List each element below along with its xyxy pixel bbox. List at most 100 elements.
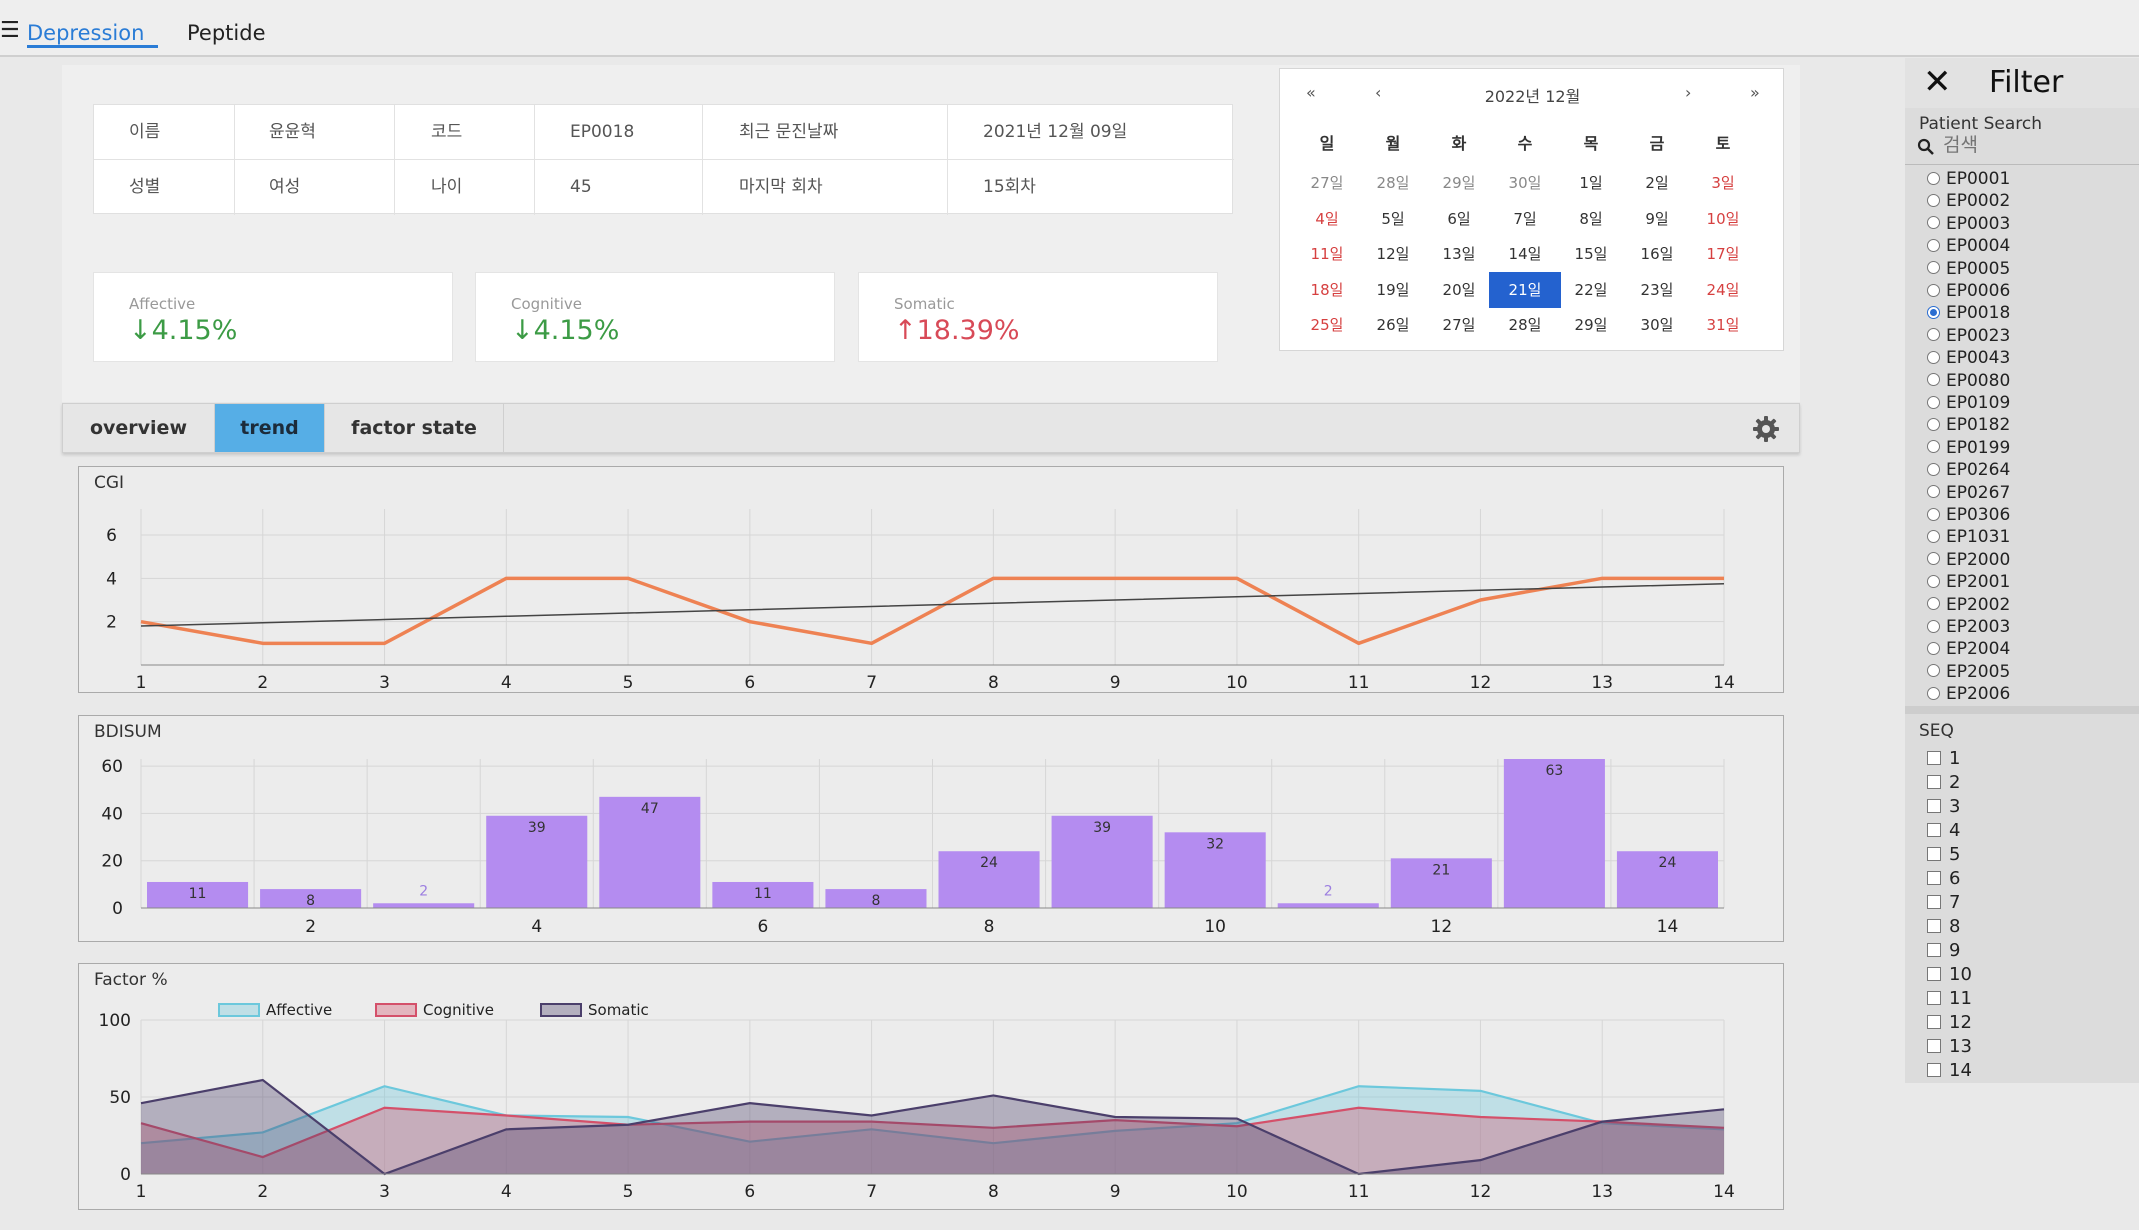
radio-button[interactable] xyxy=(1927,597,1940,611)
hamburger-icon[interactable]: ☰ xyxy=(0,20,20,42)
seq-option[interactable]: 2 xyxy=(1927,772,1960,794)
checkbox[interactable] xyxy=(1927,895,1941,909)
patient-option[interactable]: EP2002 xyxy=(1927,594,2010,616)
seq-option[interactable]: 3 xyxy=(1927,796,1960,818)
calendar-day[interactable]: 24일 xyxy=(1687,272,1759,308)
calendar-day[interactable]: 9일 xyxy=(1621,201,1693,237)
radio-button[interactable] xyxy=(1927,171,1940,185)
patient-option[interactable]: EP2000 xyxy=(1927,549,2010,571)
calendar-day[interactable]: 1일 xyxy=(1555,165,1627,201)
patient-option[interactable]: EP0023 xyxy=(1927,325,2010,347)
checkbox[interactable] xyxy=(1927,919,1941,933)
seq-option[interactable]: 8 xyxy=(1927,916,1960,938)
radio-button[interactable] xyxy=(1927,305,1940,319)
patient-option[interactable]: EP0264 xyxy=(1927,459,2010,481)
radio-button[interactable] xyxy=(1927,440,1940,454)
calendar-day[interactable]: 27일 xyxy=(1423,307,1495,343)
nav-tab-depression[interactable]: Depression xyxy=(27,20,144,46)
seq-option[interactable]: 6 xyxy=(1927,868,1960,890)
calendar-day[interactable]: 11일 xyxy=(1291,236,1363,272)
patient-option[interactable]: EP0003 xyxy=(1927,213,2010,235)
radio-button[interactable] xyxy=(1927,462,1940,476)
calendar-day[interactable]: 29일 xyxy=(1423,165,1495,201)
tab-trend[interactable]: trend xyxy=(215,404,325,452)
radio-button[interactable] xyxy=(1927,686,1940,700)
calendar-day[interactable]: 19일 xyxy=(1357,272,1429,308)
radio-button[interactable] xyxy=(1927,216,1940,230)
calendar-day[interactable]: 30일 xyxy=(1621,307,1693,343)
radio-button[interactable] xyxy=(1927,552,1940,566)
patient-option[interactable]: EP2006 xyxy=(1927,683,2010,705)
patient-option[interactable]: EP0182 xyxy=(1927,414,2010,436)
patient-option[interactable]: EP2003 xyxy=(1927,616,2010,638)
radio-button[interactable] xyxy=(1927,417,1940,431)
patient-option[interactable]: EP0199 xyxy=(1927,437,2010,459)
next-month-button[interactable]: › xyxy=(1685,83,1691,102)
calendar-day[interactable]: 8일 xyxy=(1555,201,1627,237)
calendar-day[interactable]: 20일 xyxy=(1423,272,1495,308)
radio-button[interactable] xyxy=(1927,507,1940,521)
seq-option[interactable]: 12 xyxy=(1927,1012,1972,1034)
calendar-day[interactable]: 28일 xyxy=(1489,307,1561,343)
radio-button[interactable] xyxy=(1927,350,1940,364)
calendar-day[interactable]: 3일 xyxy=(1687,165,1759,201)
checkbox[interactable] xyxy=(1927,1039,1941,1053)
calendar-day[interactable]: 29일 xyxy=(1555,307,1627,343)
calendar-day[interactable]: 23일 xyxy=(1621,272,1693,308)
radio-button[interactable] xyxy=(1927,395,1940,409)
calendar-day[interactable]: 10일 xyxy=(1687,201,1759,237)
seq-option[interactable]: 11 xyxy=(1927,988,1972,1010)
patient-option[interactable]: EP2005 xyxy=(1927,661,2010,683)
tab-factor-state[interactable]: factor state xyxy=(325,404,504,452)
calendar-day[interactable]: 25일 xyxy=(1291,307,1363,343)
calendar-day[interactable]: 18일 xyxy=(1291,272,1363,308)
seq-option[interactable]: 7 xyxy=(1927,892,1960,914)
patient-option[interactable]: EP1031 xyxy=(1927,526,2010,548)
calendar-day[interactable]: 30일 xyxy=(1489,165,1561,201)
calendar-day[interactable]: 22일 xyxy=(1555,272,1627,308)
calendar-day[interactable]: 5일 xyxy=(1357,201,1429,237)
checkbox[interactable] xyxy=(1927,799,1941,813)
patient-option[interactable]: EP0080 xyxy=(1927,370,2010,392)
radio-button[interactable] xyxy=(1927,193,1940,207)
radio-button[interactable] xyxy=(1927,261,1940,275)
radio-button[interactable] xyxy=(1927,485,1940,499)
patient-option[interactable]: EP2004 xyxy=(1927,638,2010,660)
seq-option[interactable]: 14 xyxy=(1927,1060,1972,1082)
radio-button[interactable] xyxy=(1927,664,1940,678)
checkbox[interactable] xyxy=(1927,1015,1941,1029)
patient-search-input[interactable] xyxy=(1943,132,2133,158)
nav-tab-peptide[interactable]: Peptide xyxy=(187,20,265,46)
radio-button[interactable] xyxy=(1927,373,1940,387)
radio-button[interactable] xyxy=(1927,283,1940,297)
checkbox[interactable] xyxy=(1927,967,1941,981)
radio-button[interactable] xyxy=(1927,641,1940,655)
seq-option[interactable]: 5 xyxy=(1927,844,1960,866)
checkbox[interactable] xyxy=(1927,751,1941,765)
gear-icon[interactable] xyxy=(1751,414,1781,444)
seq-option[interactable]: 13 xyxy=(1927,1036,1972,1058)
patient-option[interactable]: EP0267 xyxy=(1927,482,2010,504)
checkbox[interactable] xyxy=(1927,991,1941,1005)
seq-option[interactable]: 9 xyxy=(1927,940,1960,962)
checkbox[interactable] xyxy=(1927,943,1941,957)
checkbox[interactable] xyxy=(1927,775,1941,789)
close-icon[interactable]: ✕ xyxy=(1923,62,1952,102)
calendar-day[interactable]: 2일 xyxy=(1621,165,1693,201)
patient-option[interactable]: EP0005 xyxy=(1927,258,2010,280)
radio-button[interactable] xyxy=(1927,619,1940,633)
calendar-day[interactable]: 12일 xyxy=(1357,236,1429,272)
patient-option[interactable]: EP0001 xyxy=(1927,168,2010,190)
seq-option[interactable]: 10 xyxy=(1927,964,1972,986)
patient-option[interactable]: EP0043 xyxy=(1927,347,2010,369)
calendar-day[interactable]: 21일 xyxy=(1489,271,1561,308)
seq-option[interactable]: 1 xyxy=(1927,748,1960,770)
checkbox[interactable] xyxy=(1927,823,1941,837)
radio-button[interactable] xyxy=(1927,238,1940,252)
radio-button[interactable] xyxy=(1927,529,1940,543)
next-year-button[interactable]: » xyxy=(1750,83,1760,102)
patient-option[interactable]: EP0109 xyxy=(1927,392,2010,414)
checkbox[interactable] xyxy=(1927,1063,1941,1077)
calendar-day[interactable]: 6일 xyxy=(1423,201,1495,237)
calendar-day[interactable]: 16일 xyxy=(1621,236,1693,272)
